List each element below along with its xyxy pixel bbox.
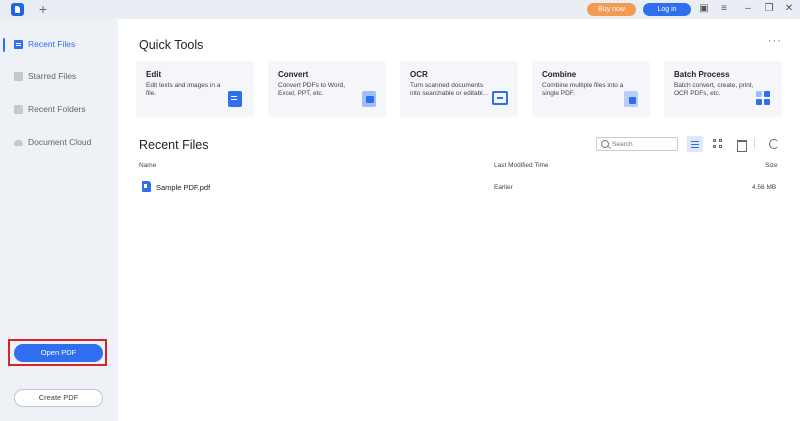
app-logo-icon (11, 3, 24, 16)
restore-icon[interactable]: ❐ (763, 3, 775, 15)
main-panel: Quick Tools ··· Edit Edit texts and imag… (118, 19, 800, 421)
recent-files-title: Recent Files (139, 138, 209, 152)
login-button[interactable]: Log in (643, 3, 691, 16)
tool-card-desc: Convert PDFs to Word, Excel, PPT, etc. (278, 82, 346, 97)
sidebar-item-label: Document Cloud (28, 137, 92, 147)
search-icon (601, 140, 609, 148)
recent-files-icon (14, 40, 23, 49)
batch-process-icon (756, 91, 770, 107)
tool-card-title: Batch Process (674, 70, 730, 79)
sidebar-item-starred-files[interactable]: Starred Files (0, 67, 118, 87)
convert-icon (362, 91, 376, 107)
edit-icon (228, 91, 242, 107)
message-icon[interactable]: ▣ (698, 3, 710, 15)
search-input[interactable] (612, 139, 674, 149)
open-pdf-button[interactable]: Open PDF (14, 344, 103, 362)
star-icon (14, 72, 23, 81)
close-icon[interactable]: ✕ (783, 3, 795, 15)
quick-tools-title: Quick Tools (139, 38, 204, 52)
sidebar-item-label: Recent Folders (28, 104, 86, 114)
refresh-icon[interactable] (766, 136, 782, 152)
trash-icon[interactable] (733, 136, 749, 152)
cloud-icon (14, 140, 23, 146)
tool-card-batch-process[interactable]: Batch Process Batch convert, create, pri… (664, 61, 782, 117)
sidebar-item-recent-files[interactable]: Recent Files (0, 35, 118, 55)
tool-card-title: Combine (542, 70, 577, 79)
tool-card-desc: Edit texts and images in a file. (146, 82, 221, 97)
table-row[interactable]: Sample PDF.pdf Earlier 4.56 MB (118, 177, 800, 197)
sidebar-item-document-cloud[interactable]: Document Cloud (0, 133, 118, 153)
ocr-icon (492, 91, 508, 105)
sidebar-item-label: Recent Files (28, 39, 76, 49)
file-size: 4.56 MB (752, 184, 777, 191)
tool-card-desc: Batch convert, create, print, OCR PDFs, … (674, 82, 754, 97)
title-bar: + Buy now Log in ▣ ≡ – ❐ ✕ (0, 0, 800, 19)
menu-icon[interactable]: ≡ (718, 3, 730, 15)
search-field[interactable] (596, 137, 678, 151)
tool-card-edit[interactable]: Edit Edit texts and images in a file. (136, 61, 254, 117)
file-modified: Earlier (494, 184, 513, 191)
toolbar-divider (754, 138, 755, 149)
file-name: Sample PDF.pdf (156, 183, 211, 192)
buy-now-button[interactable]: Buy now (587, 3, 636, 16)
active-indicator (3, 38, 5, 52)
combine-icon (624, 91, 638, 107)
tool-card-desc: Combine multiple files into a single PDF… (542, 82, 624, 97)
tool-card-combine[interactable]: Combine Combine multiple files into a si… (532, 61, 650, 117)
tool-card-title: Convert (278, 70, 309, 79)
tool-card-desc: Turn scanned documents into searchable o… (410, 82, 489, 97)
folder-icon (14, 105, 23, 114)
column-header-name[interactable]: Name (139, 162, 156, 169)
tool-card-title: OCR (410, 70, 428, 79)
list-view-button[interactable] (687, 136, 703, 152)
tool-card-ocr[interactable]: OCR Turn scanned documents into searchab… (400, 61, 518, 117)
sidebar-item-label: Starred Files (28, 71, 77, 81)
more-options-button[interactable]: ··· (768, 35, 782, 47)
grid-view-button[interactable] (710, 136, 726, 152)
minimize-icon[interactable]: – (742, 3, 754, 15)
new-tab-button[interactable]: + (36, 1, 50, 17)
pdf-file-icon (142, 181, 151, 192)
column-header-modified[interactable]: Last Modified Time (494, 162, 549, 169)
tool-card-convert[interactable]: Convert Convert PDFs to Word, Excel, PPT… (268, 61, 386, 117)
create-pdf-button[interactable]: Create PDF (14, 389, 103, 407)
sidebar-item-recent-folders[interactable]: Recent Folders (0, 100, 118, 120)
tool-card-title: Edit (146, 70, 162, 79)
column-header-size[interactable]: Size (765, 162, 778, 169)
